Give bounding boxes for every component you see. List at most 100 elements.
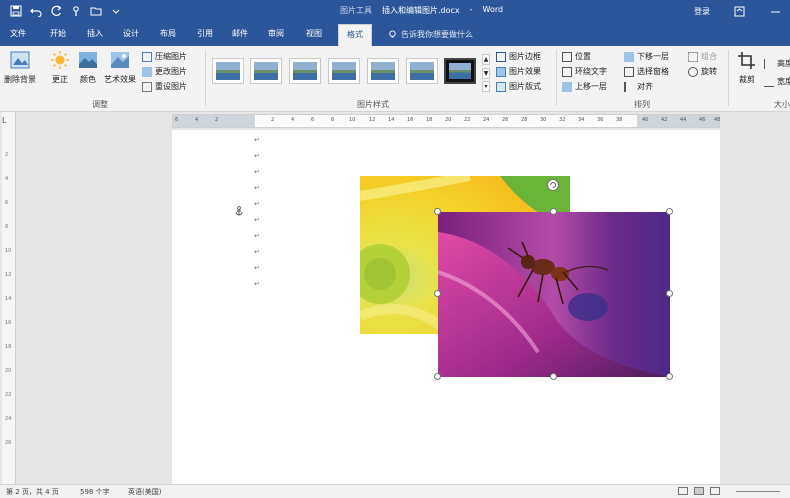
picture-style-5[interactable]: [367, 58, 399, 84]
picture-style-6[interactable]: [406, 58, 438, 84]
ribbon: 删除背景 更正 颜色 艺术效果 压缩图片 更改图片 重设图片 调整 ▲ ▼ ▾ …: [0, 46, 790, 112]
resize-handle-left[interactable]: [434, 290, 441, 297]
change-picture-button[interactable]: 更改图片: [142, 66, 187, 77]
login-link[interactable]: 登录: [694, 6, 710, 17]
tab-references[interactable]: 引用: [197, 28, 213, 39]
vertical-ruler[interactable]: 2 4 6 8 10 12 14 16 18 20 22 24 26: [2, 112, 16, 484]
save-icon[interactable]: [8, 3, 24, 19]
height-field[interactable]: 高度: [764, 58, 790, 69]
tab-selector[interactable]: L: [2, 116, 14, 128]
remove-background-label: 删除背景: [4, 75, 36, 84]
resize-handle-top[interactable]: [550, 208, 557, 215]
tab-file[interactable]: 文件: [10, 28, 26, 39]
tab-home[interactable]: 开始: [50, 28, 66, 39]
group-separator: [556, 50, 557, 106]
redo-icon[interactable]: [48, 3, 64, 19]
paragraph-mark: ↵: [254, 200, 260, 208]
paragraph-mark: ↵: [254, 216, 260, 224]
tab-layout[interactable]: 布局: [160, 28, 176, 39]
compress-pictures-button[interactable]: 压缩图片: [142, 51, 187, 62]
ribbon-tabs: 文件 开始 插入 设计 布局 引用 邮件 审阅 视图 格式 告诉我你想要做什么: [0, 22, 790, 46]
change-picture-icon: [142, 66, 152, 77]
paragraph-mark: ↵: [254, 264, 260, 272]
selection-pane-icon: [624, 66, 634, 77]
tell-me-box[interactable]: 告诉我你想要做什么: [388, 29, 473, 40]
paragraph-mark: ↵: [254, 232, 260, 240]
tab-design[interactable]: 设计: [123, 28, 139, 39]
align-button[interactable]: 对齐: [624, 81, 653, 92]
minimize-icon[interactable]: [768, 4, 782, 18]
width-field[interactable]: 宽度: [764, 76, 790, 87]
horizontal-ruler[interactable]: 6 4 2 2 4 6 8 10 12 14 16 18 20 22 24 26…: [172, 114, 720, 128]
paragraph-mark: ↵: [254, 280, 260, 288]
resize-handle-top-right[interactable]: [666, 208, 673, 215]
picture-effects-icon: [496, 66, 506, 77]
wrap-text-button[interactable]: 环绕文字: [562, 66, 607, 77]
color-button[interactable]: 颜色: [74, 50, 102, 85]
gallery-up-icon[interactable]: ▲: [482, 54, 490, 65]
artistic-effects-button[interactable]: 艺术效果: [104, 50, 136, 85]
color-label: 颜色: [80, 75, 96, 84]
rotate-button[interactable]: 旋转: [688, 66, 717, 77]
tab-insert[interactable]: 插入: [87, 28, 103, 39]
corrections-button[interactable]: 更正: [46, 50, 74, 85]
rotate-handle-icon[interactable]: [546, 178, 560, 192]
bring-forward-label: 上移一层: [575, 82, 607, 91]
zoom-slider[interactable]: [736, 491, 780, 492]
resize-handle-right[interactable]: [666, 290, 673, 297]
selection-pane-button[interactable]: 选择窗格: [624, 66, 669, 77]
send-backward-button[interactable]: 下移一层: [624, 51, 669, 62]
page-indicator[interactable]: 第 2 页，共 4 页: [6, 487, 59, 497]
picture-effects-button[interactable]: 图片效果: [496, 66, 541, 77]
word-count[interactable]: 598 个字: [80, 487, 110, 497]
wrap-text-label: 环绕文字: [575, 67, 607, 76]
tab-mailings[interactable]: 邮件: [232, 28, 248, 39]
group-separator: [205, 50, 206, 106]
send-backward-label: 下移一层: [637, 52, 669, 61]
picture-style-1[interactable]: [212, 58, 244, 84]
customize-qat-icon[interactable]: [108, 3, 124, 19]
left-margin-zone: [173, 115, 255, 127]
tab-view[interactable]: 视图: [306, 28, 322, 39]
picture-style-4[interactable]: [328, 58, 360, 84]
reset-picture-button[interactable]: 重设图片: [142, 81, 187, 92]
print-layout-icon[interactable]: [694, 487, 704, 495]
resize-handle-bottom[interactable]: [550, 373, 557, 380]
crop-button[interactable]: 裁剪: [734, 50, 760, 85]
web-layout-icon[interactable]: [710, 487, 720, 495]
picture-style-2[interactable]: [250, 58, 282, 84]
touch-mode-icon[interactable]: [68, 3, 84, 19]
bring-forward-button[interactable]: 上移一层: [562, 81, 607, 92]
compress-label: 压缩图片: [155, 52, 187, 61]
tab-format[interactable]: 格式: [338, 24, 372, 46]
undo-icon[interactable]: [28, 3, 44, 19]
picture-tools-label: 图片工具: [340, 6, 372, 15]
window-title: 图片工具 插入和编辑图片.docx - Word: [340, 5, 503, 16]
language-indicator[interactable]: 英语(美国): [128, 487, 161, 497]
send-backward-icon: [624, 51, 634, 62]
picture-style-7[interactable]: [444, 58, 476, 84]
align-icon: [624, 81, 634, 92]
gallery-down-icon[interactable]: ▼: [482, 67, 490, 79]
artistic-effects-label: 艺术效果: [104, 75, 136, 84]
document-page[interactable]: ↵ ↵ ↵ ↵ ↵ ↵ ↵ ↵ ↵ ↵: [172, 130, 720, 484]
resize-handle-top-left[interactable]: [434, 208, 441, 215]
resize-handle-bottom-right[interactable]: [666, 373, 673, 380]
picture-layout-button[interactable]: 图片版式: [496, 81, 541, 92]
picture-effects-label: 图片效果: [509, 67, 541, 76]
group-separator: [728, 50, 729, 106]
position-button[interactable]: 位置: [562, 51, 591, 62]
picture-style-3[interactable]: [289, 58, 321, 84]
ant-on-petal-image[interactable]: [438, 212, 670, 377]
group-button[interactable]: 组合: [688, 51, 717, 62]
open-folder-icon[interactable]: [88, 3, 104, 19]
read-mode-icon[interactable]: [678, 487, 688, 495]
bring-forward-icon: [562, 81, 572, 92]
gallery-scroll: ▲ ▼ ▾: [482, 54, 490, 92]
ribbon-display-options-icon[interactable]: [732, 4, 746, 18]
picture-border-button[interactable]: 图片边框: [496, 51, 541, 62]
tab-review[interactable]: 审阅: [268, 28, 284, 39]
remove-background-button[interactable]: 删除背景: [4, 50, 36, 85]
resize-handle-bottom-left[interactable]: [434, 373, 441, 380]
gallery-more-icon[interactable]: ▾: [482, 81, 490, 92]
